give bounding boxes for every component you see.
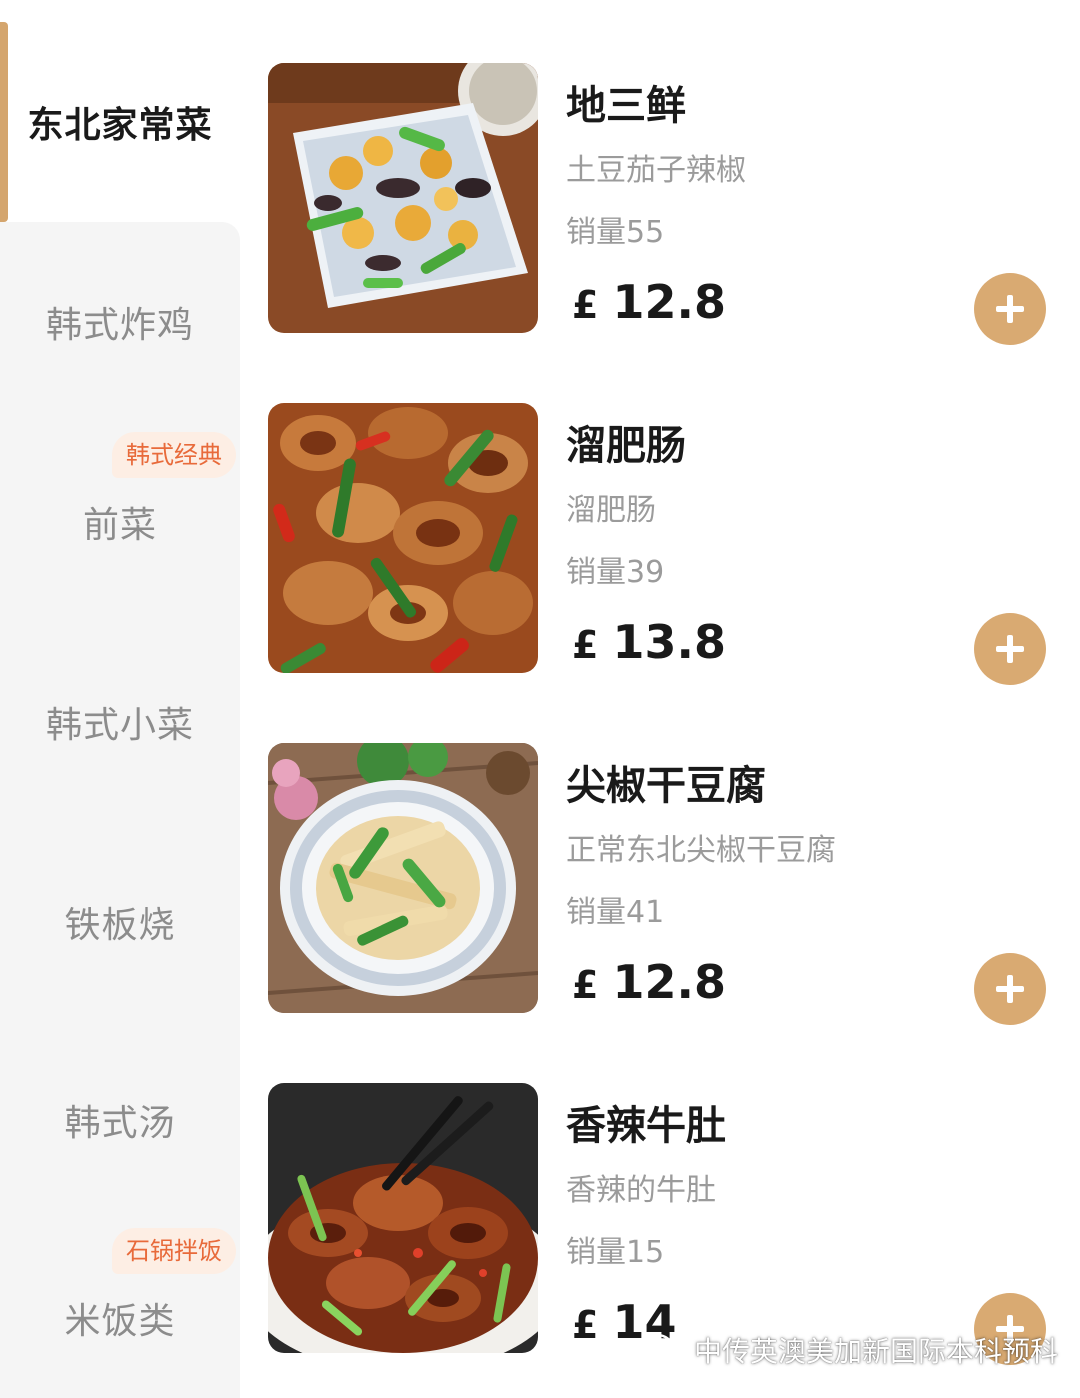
dish-image[interactable] <box>268 403 538 673</box>
active-indicator <box>0 22 8 222</box>
dish-description: 香辣的牛肚 <box>566 1173 716 1208</box>
sidebar-badge-korean-classic: 韩式经典 <box>112 432 236 478</box>
dish-description: 土豆茄子辣椒 <box>566 153 746 188</box>
currency-symbol: £ <box>572 623 599 667</box>
sidebar-badge-stone-pot-bibimbap: 石锅拌饭 <box>112 1228 236 1274</box>
dish-sales: 销量55 <box>566 215 665 250</box>
dish-sales: 销量39 <box>566 555 665 590</box>
dish-photo-stirfry <box>268 63 538 333</box>
currency-symbol: £ <box>572 963 599 1007</box>
price-value: 12.8 <box>612 955 726 1009</box>
dish-sales: 销量15 <box>566 1235 665 1270</box>
sidebar-item-teppanyaki[interactable]: 铁板烧 <box>0 822 240 1022</box>
dish-photo-braised-intestine <box>268 403 538 673</box>
dish-description: 溜肥肠 <box>566 493 656 528</box>
sidebar-item-dongbei[interactable]: 东北家常菜 <box>0 22 240 222</box>
sidebar-item-label: 韩式炸鸡 <box>45 305 194 346</box>
wechat-icon <box>640 1333 683 1366</box>
price-value: 12.8 <box>612 275 726 329</box>
sidebar-item-label: 韩式小菜 <box>45 705 194 746</box>
currency-symbol: £ <box>572 1303 599 1347</box>
add-to-cart-button[interactable] <box>974 613 1046 685</box>
sidebar-item-label: 韩式汤 <box>64 1103 176 1144</box>
sidebar-item-label: 东北家常菜 <box>27 105 213 146</box>
watermark: 中传英澳美加新国际本科预科 <box>640 1328 1058 1372</box>
dish-name: 香辣牛肚 <box>566 1103 726 1149</box>
dish-price: £12.8 <box>572 955 726 1009</box>
sidebar-item-korean-side-dishes[interactable]: 韩式小菜 <box>0 622 240 822</box>
sidebar-item-korean-fried-chicken[interactable]: 韩式炸鸡 <box>0 222 240 422</box>
dish-card[interactable]: 尖椒干豆腐 正常东北尖椒干豆腐 销量41 £12.8 <box>240 743 1080 1083</box>
dish-photo-spicy-tripe <box>268 1083 538 1353</box>
dish-price: £13.8 <box>572 615 726 669</box>
add-to-cart-button[interactable] <box>974 273 1046 345</box>
dish-description: 正常东北尖椒干豆腐 <box>566 833 836 868</box>
dish-image[interactable] <box>268 743 538 1013</box>
dish-card[interactable]: 地三鲜 土豆茄子辣椒 销量55 £12.8 <box>240 63 1080 403</box>
dish-list: 地三鲜 土豆茄子辣椒 销量55 £12.8 溜肥肠 溜肥肠 销量39 £ 13.… <box>240 0 1080 1398</box>
sidebar-item-label: 米饭类 <box>64 1301 176 1342</box>
dish-name: 地三鲜 <box>566 83 686 129</box>
dish-name: 溜肥肠 <box>566 423 686 469</box>
dish-name: 尖椒干豆腐 <box>566 763 766 809</box>
dish-price: £12.8 <box>572 275 726 329</box>
dish-card[interactable]: 溜肥肠 溜肥肠 销量39 £13.8 <box>240 403 1080 743</box>
category-sidebar: 东北家常菜 韩式炸鸡 前菜 韩式经典 韩式小菜 铁板烧 韩式汤 米饭类 石锅拌饭 <box>0 0 240 1398</box>
sidebar-item-korean-soup[interactable]: 韩式汤 <box>0 1020 240 1220</box>
dish-sales: 销量41 <box>566 895 665 930</box>
sidebar-item-label: 前菜 <box>82 505 157 546</box>
add-to-cart-button[interactable] <box>974 953 1046 1025</box>
dish-image[interactable] <box>268 63 538 333</box>
watermark-text: 中传英澳美加新国际本科预科 <box>694 1335 1059 1368</box>
dish-image[interactable] <box>268 1083 538 1353</box>
price-value: 13.8 <box>612 615 726 669</box>
currency-symbol: £ <box>572 283 599 327</box>
sidebar-item-label: 铁板烧 <box>64 905 176 946</box>
dish-photo-tofu-skin <box>268 743 538 1013</box>
